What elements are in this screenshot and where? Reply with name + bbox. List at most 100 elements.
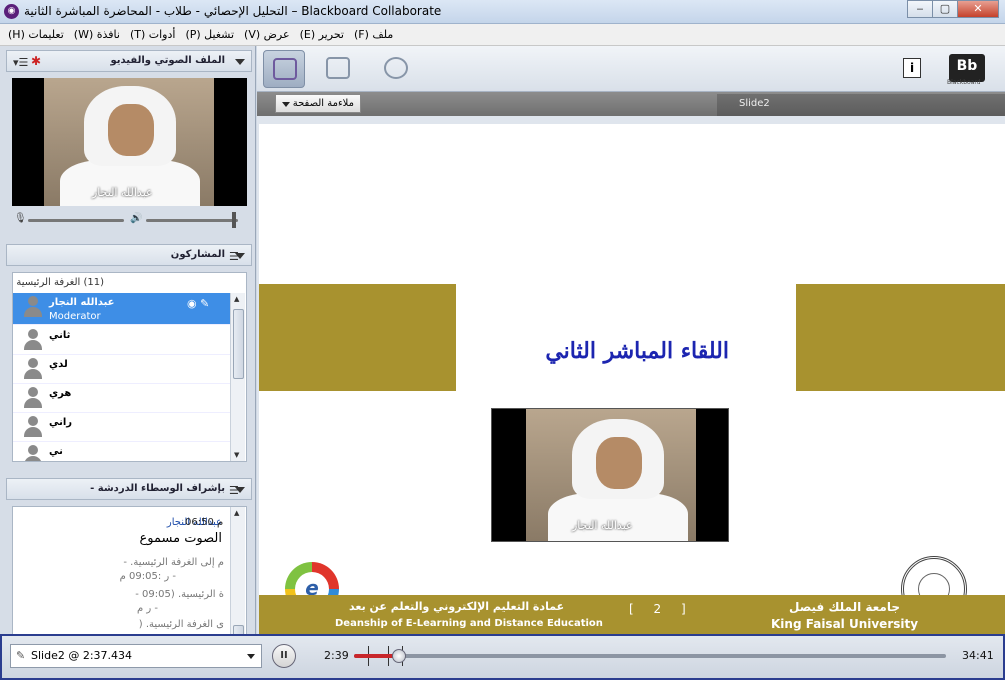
menu-item[interactable]: تعليمات (H) — [8, 28, 64, 41]
whiteboard-button[interactable] — [263, 50, 305, 88]
close-button[interactable]: ✕ — [957, 0, 999, 18]
participant-name: راني — [49, 417, 73, 428]
main-area: i Bb Blackboard ملاءمة الصفحة Slide2 الل… — [257, 46, 1005, 634]
footer-page-number: [ 2 ] — [629, 602, 694, 616]
menu-bar: ملف (F) تحرير (E) عرض (V) تشغيل (P) أدوات (T… — [0, 24, 1005, 46]
chat-title: بإشراف الوسطاء الدردشة - — [90, 483, 225, 494]
participant-role: Moderator — [49, 311, 101, 322]
chat-system-line: ى الغرفة الرئيسية. ( — [138, 619, 224, 630]
web-tour-button[interactable] — [375, 50, 417, 88]
microphone-icon[interactable]: 🎙 — [14, 213, 27, 224]
chat-header[interactable]: بإشراف الوسطاء الدردشة - ☰ — [6, 478, 252, 500]
pause-button[interactable]: II — [272, 644, 296, 668]
panel-menu-icon[interactable]: ☰ — [229, 250, 239, 263]
speaker-volume-knob[interactable] — [232, 212, 236, 228]
fit-page-dropdown[interactable]: ملاءمة الصفحة — [275, 94, 361, 113]
user-avatar-icon — [23, 387, 43, 409]
whiteboard-pen-icon — [273, 58, 297, 80]
playback-progress-track[interactable] — [354, 649, 946, 663]
speaker-icon[interactable]: 🔊 — [130, 213, 142, 224]
mic-volume-slider[interactable] — [28, 219, 124, 222]
panel-menu-icon[interactable]: ▾☰ — [13, 56, 28, 69]
blackboard-caption: Blackboard — [947, 79, 981, 86]
video-name-caption: عبدالله النجار — [92, 186, 153, 199]
participants-list: (11) الغرفة الرئيسية عبدالله النجار Moder… — [12, 272, 247, 462]
participant-name: ني — [49, 446, 63, 457]
menu-item[interactable]: نافذة (W) — [74, 28, 120, 41]
slide-selector-label: Slide2 @ 2:37.434 — [31, 649, 133, 662]
user-avatar-icon — [23, 358, 43, 380]
slide-selector[interactable]: ✎ Slide2 @ 2:37.434 — [10, 644, 262, 668]
chevron-down-icon — [247, 654, 255, 659]
footer-university-en: King Faisal University — [771, 617, 919, 631]
participants-header[interactable]: المشاركون ☰ — [6, 244, 252, 266]
scroll-down-icon[interactable]: ▼ — [234, 451, 239, 459]
footer-deanship-en: Deanship of E-Learning and Distance Educ… — [335, 618, 603, 629]
minimize-button[interactable]: ‒ — [907, 0, 933, 18]
participant-row[interactable]: هري — [13, 384, 230, 413]
participant-name: هري — [49, 388, 72, 399]
participant-row[interactable]: عبدالله النجار Moderator ◉ ✎ — [13, 293, 230, 325]
collapse-triangle-icon[interactable] — [235, 59, 245, 65]
participant-name: ثاني — [49, 330, 71, 341]
scroll-thumb[interactable] — [233, 309, 244, 379]
audio-video-title: الملف الصوتي والفيديو — [110, 55, 226, 66]
menu-item[interactable]: أدوات (T) — [130, 28, 176, 41]
participant-rows: عبدالله النجار Moderator ◉ ✎ ثاني لدي هري راني… — [13, 293, 230, 461]
slide-tab[interactable]: Slide2 — [717, 94, 1005, 116]
scroll-up-icon[interactable]: ▲ — [234, 295, 239, 303]
blackboard-logo: Bb — [949, 54, 985, 82]
collaborate-icon: ◉ — [4, 4, 19, 19]
slide-header-bar: ملاءمة الصفحة Slide2 — [257, 92, 1005, 116]
chat-time: م 06:50 — [185, 517, 224, 528]
participants-scrollbar[interactable]: ▲ ▼ — [230, 293, 245, 461]
gold-band-right — [796, 284, 1005, 391]
footer-university-ar: جامعة الملك فيصل — [789, 600, 901, 614]
volume-controls: 🎙 🔊 — [12, 212, 247, 228]
participant-row[interactable]: ثاني — [13, 326, 230, 355]
app-share-button[interactable] — [317, 50, 359, 88]
video-settings-icon[interactable]: ✱ — [31, 54, 41, 68]
left-panel: الملف الصوتي والفيديو ▾☰ ✱ عبدالله النجا… — [0, 46, 256, 671]
participant-row[interactable]: راني — [13, 413, 230, 442]
playback-bar: ✎ Slide2 @ 2:37.434 II 2:39 34:41 — [0, 634, 1005, 680]
menu-item[interactable]: تشغيل (P) — [185, 28, 234, 41]
chat-system-line: ة الرئيسية. (09:05 - — [135, 589, 224, 600]
window-controls: ‒ ▢ ✕ — [907, 0, 999, 18]
participant-row[interactable]: ني — [13, 442, 230, 461]
chat-message: الصوت مسموع — [139, 531, 222, 546]
user-avatar-icon — [23, 416, 43, 438]
fit-page-label: ملاءمة الصفحة — [292, 98, 354, 109]
room-label: (11) الغرفة الرئيسية — [16, 277, 104, 288]
gold-band-left — [259, 284, 456, 391]
moderator-tools-icon: ◉ ✎ — [187, 297, 210, 310]
footer-deanship-ar: عمادة التعليم الإلكتروني والتعلم عن بعد — [349, 600, 565, 613]
current-time: 2:39 — [324, 649, 349, 662]
slide-title: اللقاء المباشر الثاني — [545, 338, 729, 364]
maximize-button[interactable]: ▢ — [932, 0, 958, 18]
info-icon[interactable]: i — [903, 58, 921, 78]
menu-items: ملف (F) تحرير (E) عرض (V) تشغيل (P) أدوات (T… — [8, 28, 393, 41]
video-name-caption: عبدالله النجار — [572, 519, 633, 532]
panel-menu-icon[interactable]: ☰ — [229, 484, 239, 497]
window-title: التحليل الإحصائي - طلاب - المحاضرة المبا… — [24, 4, 442, 18]
whiteboard-stage[interactable]: اللقاء المباشر الثاني عبدالله النجار e ع… — [259, 124, 1005, 634]
participant-name: عبدالله النجار — [49, 297, 115, 308]
chat-system-line: م إلى الغرفة الرئيسية. - — [123, 557, 224, 568]
chat-system-line: - ر م — [137, 603, 158, 614]
menu-item[interactable]: ملف (F) — [354, 28, 393, 41]
app-share-icon — [326, 57, 350, 79]
audio-video-header[interactable]: الملف الصوتي والفيديو ▾☰ ✱ — [6, 50, 252, 72]
participants-title: المشاركون — [170, 249, 225, 260]
menu-item[interactable]: تحرير (E) — [300, 28, 344, 41]
participant-row[interactable]: لدي — [13, 355, 230, 384]
scroll-up-icon[interactable]: ▲ — [234, 509, 239, 517]
title-bar: ◉ التحليل الإحصائي - طلاب - المحاضرة الم… — [0, 0, 1005, 24]
user-avatar-icon — [23, 445, 43, 461]
participant-name: لدي — [49, 359, 68, 370]
speaker-volume-slider[interactable] — [146, 219, 238, 222]
user-avatar-icon — [23, 329, 43, 351]
chat-system-line: - ر :09:05 م — [119, 571, 176, 582]
menu-item[interactable]: عرض (V) — [244, 28, 290, 41]
speaker-video-small: عبدالله النجار — [12, 78, 247, 206]
